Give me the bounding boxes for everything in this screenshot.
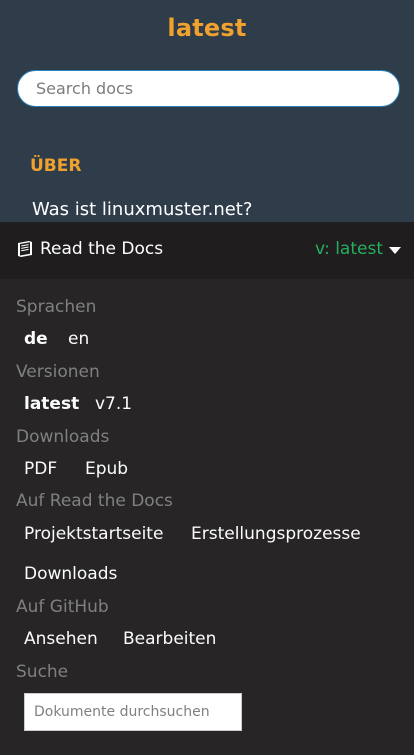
rtd-brand: Read the Docs xyxy=(16,239,163,259)
downloads-label: Downloads xyxy=(16,427,110,447)
github-link-edit[interactable]: Bearbeiten xyxy=(123,629,216,649)
rtd-versions-panel: Sprachen de en Versionen latest v7.1 Dow… xyxy=(0,279,414,755)
toc-caption: ÜBER xyxy=(30,156,82,176)
version-link-v7-1[interactable]: v7.1 xyxy=(95,394,132,414)
languages-label: Sprachen xyxy=(16,297,97,317)
language-link-de[interactable]: de xyxy=(24,329,48,349)
on-github-label: Auf GitHub xyxy=(16,597,109,617)
rtd-link-downloads[interactable]: Downloads xyxy=(24,564,117,584)
rtd-brand-label: Read the Docs xyxy=(40,239,164,259)
sidebar-nav: latest ÜBER Was ist linuxmuster.net? xyxy=(0,0,414,222)
search-docs-input[interactable] xyxy=(17,70,400,107)
current-version-label: v: latest xyxy=(314,239,383,259)
download-link-epub[interactable]: Epub xyxy=(85,459,128,479)
download-link-pdf[interactable]: PDF xyxy=(24,459,57,479)
book-icon xyxy=(18,241,32,257)
project-title-link[interactable]: latest xyxy=(0,14,414,42)
on-rtd-label: Auf Read the Docs xyxy=(16,491,173,511)
version-link-latest[interactable]: latest xyxy=(24,394,79,414)
github-link-view[interactable]: Ansehen xyxy=(24,629,98,649)
rtd-link-project-home[interactable]: Projektstartseite xyxy=(24,524,163,544)
rtd-link-builds[interactable]: Erstellungsprozesse xyxy=(191,524,361,544)
search-label: Suche xyxy=(16,662,69,682)
rtd-search-input[interactable] xyxy=(24,693,242,731)
toc-link-about[interactable]: Was ist linuxmuster.net? xyxy=(32,199,252,220)
caret-down-icon xyxy=(389,246,401,254)
rtd-versions-bar[interactable]: Read the Docs v: latest xyxy=(0,222,414,279)
language-link-en[interactable]: en xyxy=(68,329,89,349)
versions-label: Versionen xyxy=(16,362,100,382)
rtd-version-toggle[interactable]: v: latest xyxy=(315,239,401,259)
